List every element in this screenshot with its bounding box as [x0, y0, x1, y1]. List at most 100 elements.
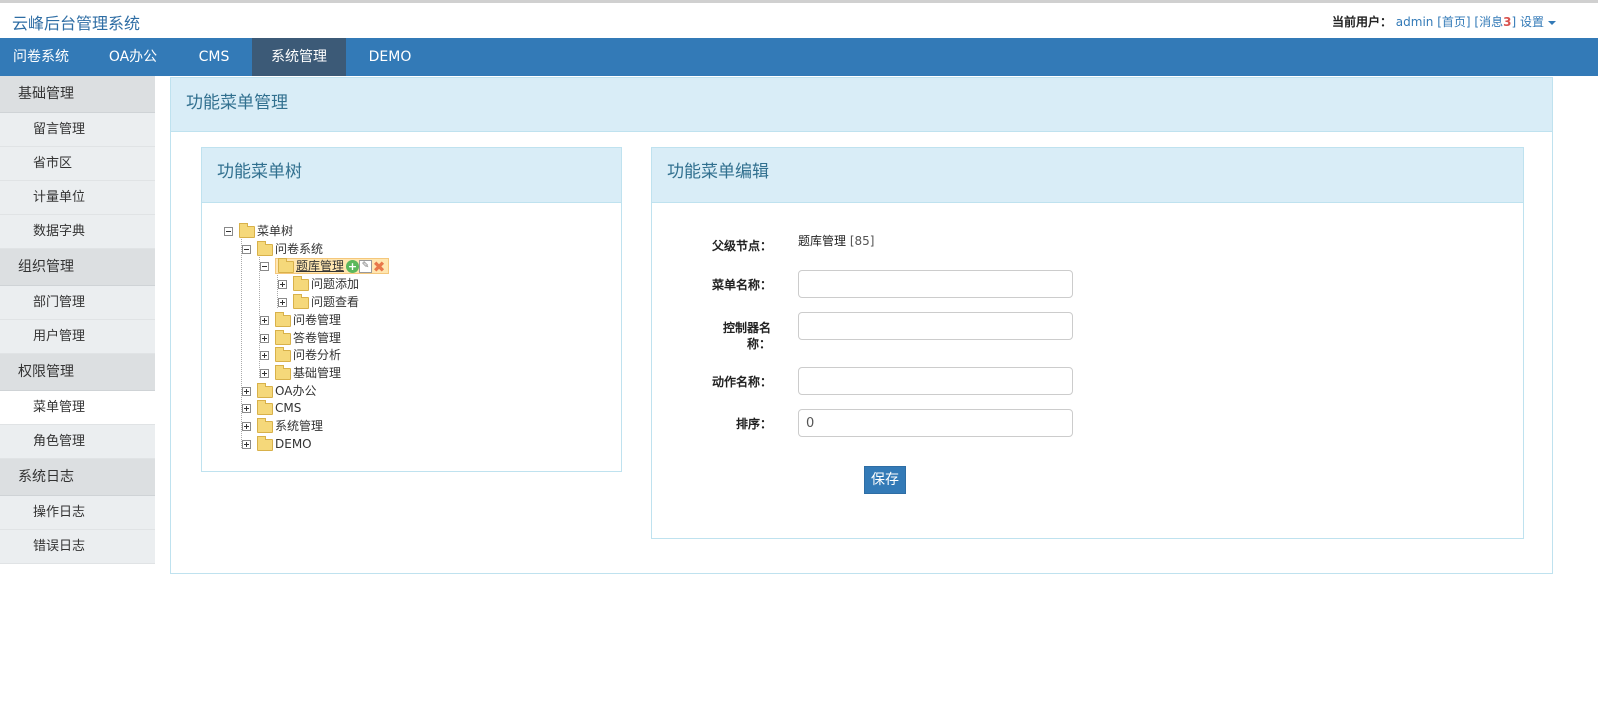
sidebar-item-regions[interactable]: 省市区	[0, 147, 155, 181]
delete-node-icon[interactable]: ✖	[372, 259, 386, 274]
sidebar-group-logs[interactable]: 系统日志	[0, 459, 155, 496]
tree-node-label: 系统管理	[275, 419, 324, 433]
current-user-label: 当前用户：	[1331, 15, 1392, 29]
tree-node-oa[interactable]: OA办公	[242, 382, 316, 400]
sidebar-item-dictionary[interactable]: 数据字典	[0, 215, 155, 249]
home-link[interactable]: [首页]	[1437, 15, 1470, 29]
sidebar-item-messages[interactable]: 留言管理	[0, 113, 155, 147]
edit-panel-title: 功能菜单编辑	[652, 148, 1523, 203]
username-link[interactable]: admin	[1396, 15, 1434, 29]
tree-node-wenjuan-analysis[interactable]: 问卷分析	[260, 346, 341, 364]
sidebar-item-units[interactable]: 计量单位	[0, 181, 155, 215]
messages-link[interactable]: [消息3]	[1474, 15, 1516, 29]
tree-node-label: DEMO	[275, 437, 312, 451]
settings-dropdown[interactable]: 设置	[1520, 15, 1556, 29]
app-title: 云峰后台管理系统	[12, 14, 141, 33]
main-nav: 问卷系统 OA办公 CMS 系统管理 DEMO	[0, 38, 1598, 76]
parent-node-label: 父级节点：	[711, 239, 772, 253]
folder-open-icon	[278, 257, 294, 273]
expand-icon[interactable]	[242, 387, 251, 396]
top-header: 云峰后台管理系统 当前用户： admin [首页] [消息3] 设置	[0, 0, 1598, 38]
controller-name-label: 控制器名称：	[722, 321, 771, 351]
folder-icon	[257, 399, 273, 415]
settings-label: 设置	[1519, 15, 1544, 29]
tree-node-wenti-add[interactable]: 问题添加	[278, 275, 359, 293]
menu-name-label: 菜单名称：	[711, 278, 772, 292]
sidebar-item-departments[interactable]: 部门管理	[0, 286, 155, 320]
tree-node-label: OA办公	[275, 384, 317, 398]
tree-node-xitong[interactable]: 系统管理	[242, 417, 323, 435]
sidebar-item-error-log[interactable]: 错误日志	[0, 530, 155, 564]
expand-icon[interactable]	[260, 316, 269, 325]
parent-node-value: 题库管理 [85]	[798, 232, 874, 249]
messages-prefix: [消息	[1474, 15, 1504, 29]
tree-node-label: 菜单树	[257, 224, 294, 238]
edit-node-icon[interactable]: ✎	[359, 260, 373, 273]
folder-open-icon	[257, 240, 273, 256]
main-panel: 功能菜单管理 功能菜单树 菜单树 问卷系统 题库管理 + ✎ ✖ 问题添加 问题查看	[170, 77, 1553, 574]
save-button[interactable]: 保存	[864, 466, 906, 494]
controller-name-input[interactable]	[798, 312, 1073, 340]
sidebar-item-roles[interactable]: 角色管理	[0, 425, 155, 459]
tree-node-tiku[interactable]: 题库管理 + ✎ ✖	[260, 257, 390, 275]
tree-node-label: 答卷管理	[293, 331, 342, 345]
folder-icon	[275, 346, 291, 362]
tree-node-label: 题库管理	[296, 259, 345, 273]
collapse-icon[interactable]	[224, 227, 233, 236]
folder-icon	[293, 293, 309, 309]
tree-node-dajuan-mgmt[interactable]: 答卷管理	[260, 329, 341, 347]
expand-icon[interactable]	[278, 298, 287, 307]
tree-panel-title: 功能菜单树	[202, 148, 621, 203]
expand-icon[interactable]	[260, 369, 269, 378]
edit-panel: 功能菜单编辑 父级节点： 题库管理 [85] 菜单名称： 控制器名称： 动作名称…	[651, 147, 1524, 539]
tree-node-label: 问卷分析	[293, 348, 342, 362]
expand-icon[interactable]	[242, 404, 251, 413]
tree-node-wenjuan-mgmt[interactable]: 问卷管理	[260, 311, 341, 329]
nav-item-wenjuan[interactable]: 问卷系统	[0, 38, 82, 76]
expand-icon[interactable]	[260, 334, 269, 343]
messages-suffix: ]	[1511, 15, 1517, 29]
tree-node-cms[interactable]: CMS	[242, 399, 301, 417]
expand-icon[interactable]	[260, 351, 269, 360]
sidebar-group-permissions[interactable]: 权限管理	[0, 354, 155, 391]
sidebar-group-org[interactable]: 组织管理	[0, 249, 155, 286]
tree-node-root[interactable]: 菜单树	[224, 222, 293, 240]
page-title: 功能菜单管理	[171, 78, 1552, 132]
tree-node-label: 问卷管理	[293, 313, 342, 327]
tree-node-label: 问题添加	[311, 277, 360, 291]
sidebar-group-basic[interactable]: 基础管理	[0, 76, 155, 113]
expand-icon[interactable]	[242, 422, 251, 431]
expand-icon[interactable]	[278, 280, 287, 289]
caret-down-icon	[1548, 20, 1556, 25]
collapse-icon[interactable]	[242, 245, 251, 254]
folder-icon	[275, 311, 291, 327]
folder-icon	[257, 417, 273, 433]
menu-name-input[interactable]	[798, 270, 1073, 298]
sort-order-label: 排序：	[735, 417, 772, 431]
expand-icon[interactable]	[242, 440, 251, 449]
nav-item-cms[interactable]: CMS	[178, 38, 250, 76]
folder-icon	[275, 364, 291, 380]
nav-item-system[interactable]: 系统管理	[252, 38, 346, 76]
add-node-icon[interactable]: +	[346, 260, 360, 273]
nav-item-demo[interactable]: DEMO	[350, 38, 430, 76]
tree-node-jichu-mgmt[interactable]: 基础管理	[260, 364, 341, 382]
nav-item-oa[interactable]: OA办公	[92, 38, 174, 76]
sort-order-input[interactable]	[798, 409, 1073, 437]
tree-node-wenjuan[interactable]: 问卷系统	[242, 240, 323, 258]
tree-node-demo[interactable]: DEMO	[242, 435, 312, 453]
parent-node-name: 题库管理	[798, 234, 847, 248]
user-bar: 当前用户： admin [首页] [消息3] 设置	[1332, 13, 1556, 30]
action-name-label: 动作名称：	[711, 375, 772, 389]
tree-node-label: CMS	[275, 401, 302, 415]
sidebar-item-users[interactable]: 用户管理	[0, 320, 155, 354]
sidebar-item-menus[interactable]: 菜单管理	[0, 391, 155, 425]
tree-node-wenti-view[interactable]: 问题查看	[278, 293, 359, 311]
collapse-icon[interactable]	[260, 262, 269, 271]
action-name-input[interactable]	[798, 367, 1073, 395]
sidebar-item-operation-log[interactable]: 操作日志	[0, 496, 155, 530]
tree-panel: 功能菜单树 菜单树 问卷系统 题库管理+✎✖ 问题添加 问题查看 问卷管理	[201, 147, 622, 472]
folder-icon	[293, 275, 309, 291]
tree-node-label: 基础管理	[293, 366, 342, 380]
tree-node-selected[interactable]: 题库管理 + ✎ ✖	[275, 257, 390, 274]
